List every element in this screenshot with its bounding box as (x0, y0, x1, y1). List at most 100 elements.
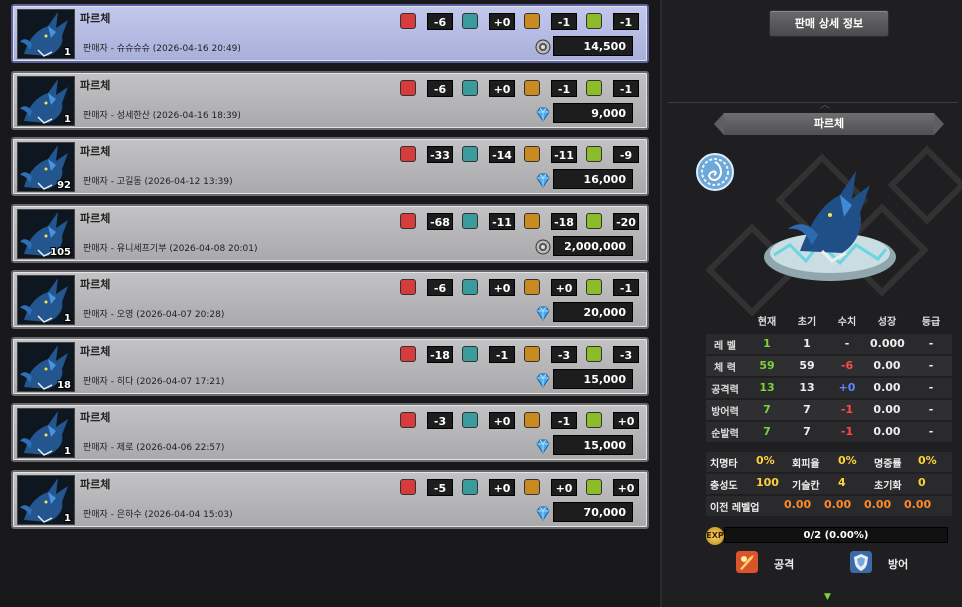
attack-stat-icon (462, 212, 478, 229)
pet-thumbnail: 1 (17, 75, 75, 126)
agi-value: -9 (613, 146, 639, 163)
agi-value: -1 (613, 13, 639, 30)
listing-row[interactable]: 1 파르체 판매자 - 슈슈슈슈 (2026-04-16 20:49) -6 +… (11, 4, 649, 63)
stat-label: 공격력 (711, 385, 739, 396)
agi-value: -1 (613, 79, 639, 97)
hp-stat-icon (400, 478, 416, 495)
attack-stat-icon (462, 345, 478, 362)
gold-coin-icon (535, 39, 551, 55)
water-element-icon (696, 153, 734, 191)
extra-stat-value: 100 (756, 476, 779, 489)
attack-skill-icon[interactable] (736, 551, 758, 573)
def-value: -1 (551, 79, 577, 97)
stat-grade: - (928, 425, 934, 438)
stat-header: 성장 (877, 317, 897, 328)
stat-current: 13 (759, 381, 775, 394)
pet-level: 92 (57, 180, 71, 191)
stat-current: 7 (763, 403, 771, 416)
pet-thumbnail: 18 (17, 341, 75, 392)
pet-name: 파르체 (80, 211, 111, 225)
stat-value: - (844, 337, 850, 350)
stat-row: 체 력 59 59 -6 0.00 - (706, 356, 952, 376)
stat-current: 1 (763, 337, 771, 350)
pet-thumbnail: 1 (17, 9, 75, 59)
attack-stat-icon (462, 13, 478, 29)
extra-stat-value: 0% (756, 454, 775, 467)
defense-stat-icon (524, 412, 540, 428)
stat-grade: - (928, 403, 934, 416)
attack-stat-icon (462, 279, 478, 295)
seller-info: 판매자 - 오영 (2026-04-07 20:28) (83, 310, 225, 320)
stat-row: 공격력 13 13 +0 0.00 - (706, 378, 952, 398)
stat-label: 방어력 (711, 407, 739, 418)
stat-grade: - (928, 381, 934, 394)
exp-icon: EXP (706, 527, 724, 545)
extra-stat-label: 기술칸 (792, 481, 820, 492)
stat-header: 등급 (921, 317, 941, 328)
stat-row: 순발력 7 7 -1 0.00 - (706, 422, 952, 442)
listing-row[interactable]: 92 파르체 판매자 - 고길동 (2026-04-12 13:39) -33 … (11, 137, 649, 196)
listing-row[interactable]: 1 파르체 판매자 - 제로 (2026-04-06 22:57) -3 +0 … (11, 403, 649, 462)
extra-stat-value: 0% (838, 454, 857, 467)
defense-stat-icon (524, 212, 540, 229)
def-value: -1 (551, 412, 577, 429)
stat-value: -1 (840, 403, 854, 416)
attack-stat-icon (462, 412, 478, 428)
price-value: 20,000 (553, 302, 633, 322)
pet-level: 1 (64, 47, 71, 58)
listing-row[interactable]: 1 파르체 판매자 - 오영 (2026-04-07 20:28) -6 +0 … (11, 270, 649, 329)
divider-ornament-icon: ︿ (820, 100, 830, 111)
listing-row[interactable]: 1 파르체 판매자 - 은하수 (2026-04-04 15:03) -5 +0… (11, 469, 649, 529)
agility-stat-icon (586, 13, 602, 29)
defense-stat-icon (524, 478, 540, 495)
diamond-icon (536, 306, 550, 321)
attack-stat-icon (462, 146, 478, 162)
agility-stat-icon (586, 478, 602, 495)
atk-value: -11 (489, 212, 515, 230)
listing-row[interactable]: 1 파르체 판매자 - 성세한산 (2026-04-16 18:39) -6 +… (11, 70, 649, 130)
atk-value: -14 (489, 146, 515, 163)
stat-initial: 13 (799, 381, 815, 394)
seller-info: 판매자 - 히다 (2026-04-07 17:21) (83, 376, 225, 387)
pet-name: 파르체 (80, 12, 111, 25)
pet-name: 파르체 (80, 411, 111, 424)
price-value: 70,000 (553, 501, 633, 522)
extra-stat-label: 치명타 (710, 459, 738, 470)
scroll-down-arrow-icon[interactable]: ▼ (824, 592, 831, 602)
atk-value: +0 (489, 13, 515, 30)
sale-detail-button[interactable]: 판매 상세 정보 (769, 10, 889, 37)
diamond-icon (536, 173, 550, 188)
listing-row[interactable]: 18 파르체 판매자 - 히다 (2026-04-07 17:21) -18 -… (11, 336, 649, 396)
atk-value: +0 (489, 412, 515, 429)
seller-info: 판매자 - 은하수 (2026-04-04 15:03) (83, 509, 233, 520)
detail-panel: 판매 상세 정보 ︿ 파르체 현재 초기 수치 성장 등급 레 벨 1 1-0.000- 체 력… (660, 0, 962, 607)
diamond-icon (536, 506, 550, 521)
listing-panel: 1 파르체 판매자 - 슈슈슈슈 (2026-04-16 20:49) -6 +… (0, 0, 660, 607)
prev-levelup-row: 이전 레벨업 0.00 0.00 0.00 0.00 (706, 496, 952, 516)
defense-skill-icon[interactable] (850, 551, 872, 573)
agi-value: +0 (613, 478, 639, 496)
agility-stat-icon (586, 79, 602, 96)
attack-skill-label: 공격 (774, 558, 795, 571)
def-value: -1 (551, 13, 577, 30)
stat-label: 레 벨 (714, 341, 736, 352)
agility-stat-icon (586, 412, 602, 428)
stat-current: 59 (759, 359, 775, 372)
pet-level: 1 (64, 446, 71, 457)
stat-initial: 7 (803, 425, 811, 438)
stat-label: 순발력 (711, 429, 739, 440)
hp-value: -18 (427, 345, 453, 363)
gold-coin-icon (535, 239, 551, 254)
pet-name: 파르체 (80, 477, 111, 491)
hp-value: -6 (427, 79, 453, 97)
atk-value: +0 (489, 279, 515, 296)
listing-row[interactable]: 105 파르체 판매자 - 유니세프기부 (2026-04-08 20:01) … (11, 203, 649, 263)
hp-value: -3 (427, 412, 453, 429)
def-value: -3 (551, 345, 577, 363)
hp-stat-icon (400, 345, 416, 362)
stat-grade: - (928, 337, 934, 350)
atk-value: -1 (489, 345, 515, 363)
stat-initial: 59 (799, 359, 815, 372)
stat-growth: 0.000 (870, 337, 905, 350)
price-value: 2,000,000 (553, 235, 633, 256)
